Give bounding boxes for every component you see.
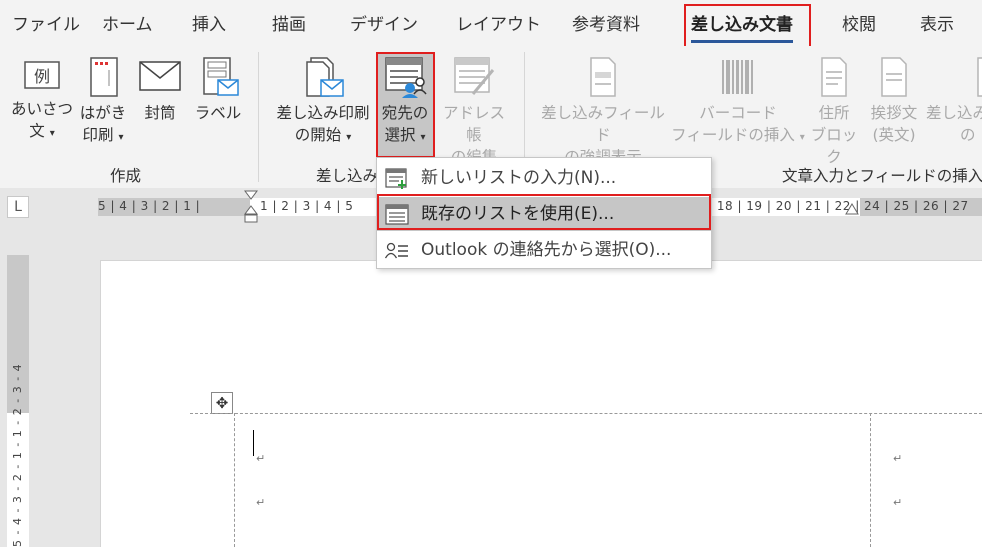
select-recipients-button[interactable]: 宛先の 選択 ▾ (377, 56, 433, 149)
move-icon[interactable]: ✥ (211, 392, 233, 414)
insert-field-label-2: の (960, 126, 976, 144)
address-block-label-2: ブロック (810, 126, 858, 166)
ruler-left-numbers: 5 | 4 | 3 | 2 | 1 | (98, 199, 201, 213)
start-mail-merge-button[interactable]: 差し込み印刷 の開始 ▾ (270, 56, 376, 149)
fields-group-label: 文章入力とフィールドの挿入 (782, 167, 982, 185)
tab-file[interactable]: ファイル (12, 10, 80, 35)
edit-address-book-label-1: アドレス帳 (442, 104, 505, 144)
insert-barcode-field-button[interactable]: バーコード フィールドの挿入 ▾ (670, 56, 806, 149)
menu-item-choose-outlook-contacts[interactable]: Outlook の連絡先から選択(O)... (377, 233, 711, 267)
group-divider (258, 52, 259, 182)
label-label: ラベル (194, 104, 242, 122)
tab-home[interactable]: ホーム (102, 10, 153, 35)
menu-item-label: 新しいリストの入力(N)... (421, 168, 617, 188)
tab-mailings-label: 差し込み文書 (691, 15, 793, 35)
edit-address-book-icon (454, 57, 495, 95)
greeting-icon: 例 (24, 61, 60, 89)
svg-text:例: 例 (34, 67, 50, 86)
start-group-label: 差し込み (316, 167, 379, 185)
barcode-label-1: バーコード (699, 104, 777, 122)
chevron-down-icon: ▾ (346, 132, 352, 143)
chevron-down-icon: ▾ (49, 128, 55, 139)
vertical-ruler-numbers: 5 - 4 - 3 - 2 - 1 - 1 - 2 - 3 - 4 (11, 363, 24, 547)
new-list-icon (385, 168, 407, 189)
select-recipients-icon (385, 57, 427, 98)
ribbon-tab-bar: ファイル ホーム 挿入 描画 デザイン レイアウト 参考資料 差し込み文書 校閲… (0, 0, 982, 46)
barcode-icon (722, 60, 753, 94)
menu-item-label: Outlook の連絡先から選択(O)... (421, 240, 672, 260)
chevron-down-icon: ▾ (420, 132, 426, 143)
envelope-icon (139, 61, 181, 91)
greeting-button[interactable]: 例 あいさつ 文 ▾ (10, 56, 74, 145)
highlight-fields-label-1: 差し込みフィールド (541, 104, 665, 144)
postcard-icon (90, 57, 118, 97)
greeting-line-label-2: (英文) (872, 126, 916, 144)
tab-insert[interactable]: 挿入 (192, 10, 226, 35)
tab-review[interactable]: 校閲 (842, 10, 876, 35)
edit-address-book-button[interactable]: アドレス帳 の編集 (436, 56, 512, 168)
envelope-button[interactable]: 封筒 (136, 56, 184, 124)
tab-draw[interactable]: 描画 (272, 10, 306, 35)
indent-marker-icon[interactable] (242, 190, 260, 224)
address-block-label-1: 住所 (818, 104, 850, 122)
ruler-far-right-numbers: 24 | 25 | 26 | 27 (864, 199, 969, 213)
tab-selector[interactable]: L (7, 196, 29, 218)
tab-mailings[interactable]: 差し込み文書 (691, 10, 793, 43)
envelope-label: 封筒 (144, 104, 176, 122)
highlight-merge-fields-button[interactable]: 差し込みフィールド の強調表示 (536, 56, 670, 168)
paragraph-mark: ↵ (256, 452, 266, 465)
postcard-label-2: 印刷 ▾ (82, 126, 124, 144)
tab-references[interactable]: 参考資料 (572, 10, 640, 35)
paragraph-mark: ↵ (893, 496, 903, 509)
menu-item-label: 既存のリストを使用(E)... (421, 204, 615, 224)
chevron-down-icon: ▾ (799, 132, 805, 143)
address-block-button[interactable]: 住所 ブロック (806, 56, 862, 168)
right-indent-marker-icon[interactable] (845, 202, 859, 216)
chevron-down-icon: ▾ (118, 132, 124, 143)
start-merge-label-2: の開始 ▾ (294, 126, 352, 144)
insert-field-label-1: 差し込み (926, 104, 982, 122)
highlight-fields-icon (590, 57, 616, 97)
label-button[interactable]: ラベル (192, 56, 244, 124)
greeting-line-label-1: 挨拶文 (870, 104, 918, 122)
create-group-label: 作成 (110, 167, 142, 185)
greeting-label-1: あいさつ (10, 100, 73, 118)
vertical-ruler[interactable]: 5 - 4 - 3 - 2 - 1 - 1 - 2 - 3 - 4 (7, 255, 29, 547)
ruler-main-numbers: 1 | 2 | 3 | 4 | 5 (260, 199, 354, 213)
label-icon (203, 57, 239, 96)
start-merge-label-1: 差し込み印刷 (276, 104, 370, 122)
tab-design[interactable]: デザイン (350, 10, 418, 35)
start-merge-icon (306, 57, 344, 97)
table-top-border (190, 413, 982, 414)
select-recipients-label-2: 選択 ▾ (384, 126, 426, 144)
text-cursor (253, 430, 254, 456)
paragraph-mark: ↵ (893, 452, 903, 465)
menu-item-use-existing-list[interactable]: 既存のリストを使用(E)... (377, 197, 711, 231)
postcard-label-1: はがき (79, 104, 127, 122)
table-left-border (234, 413, 235, 547)
paragraph-mark: ↵ (256, 496, 266, 509)
greeting-line-icon (881, 57, 907, 97)
greeting-label-2: 文 ▾ (29, 122, 55, 140)
greeting-line-button[interactable]: 挨拶文 (英文) (864, 56, 924, 146)
outlook-contacts-icon (385, 242, 408, 259)
select-recipients-label-1: 宛先の (381, 104, 429, 122)
address-block-icon (821, 57, 847, 97)
insert-merge-field-button[interactable]: 差し込み の (926, 56, 982, 146)
select-recipients-menu: 新しいリストの入力(N)... 既存のリストを使用(E)... Outlook … (376, 157, 712, 269)
insert-field-icon (977, 57, 982, 97)
barcode-label-2: フィールドの挿入 ▾ (671, 126, 805, 144)
tab-view[interactable]: 表示 (920, 10, 954, 35)
menu-item-type-new-list[interactable]: 新しいリストの入力(N)... (377, 161, 711, 195)
active-tab-underline (691, 40, 793, 43)
postcard-button[interactable]: はがき 印刷 ▾ (76, 56, 130, 149)
existing-list-icon (385, 204, 409, 225)
tab-layout[interactable]: レイアウト (456, 10, 541, 35)
table-column-border (870, 413, 871, 547)
